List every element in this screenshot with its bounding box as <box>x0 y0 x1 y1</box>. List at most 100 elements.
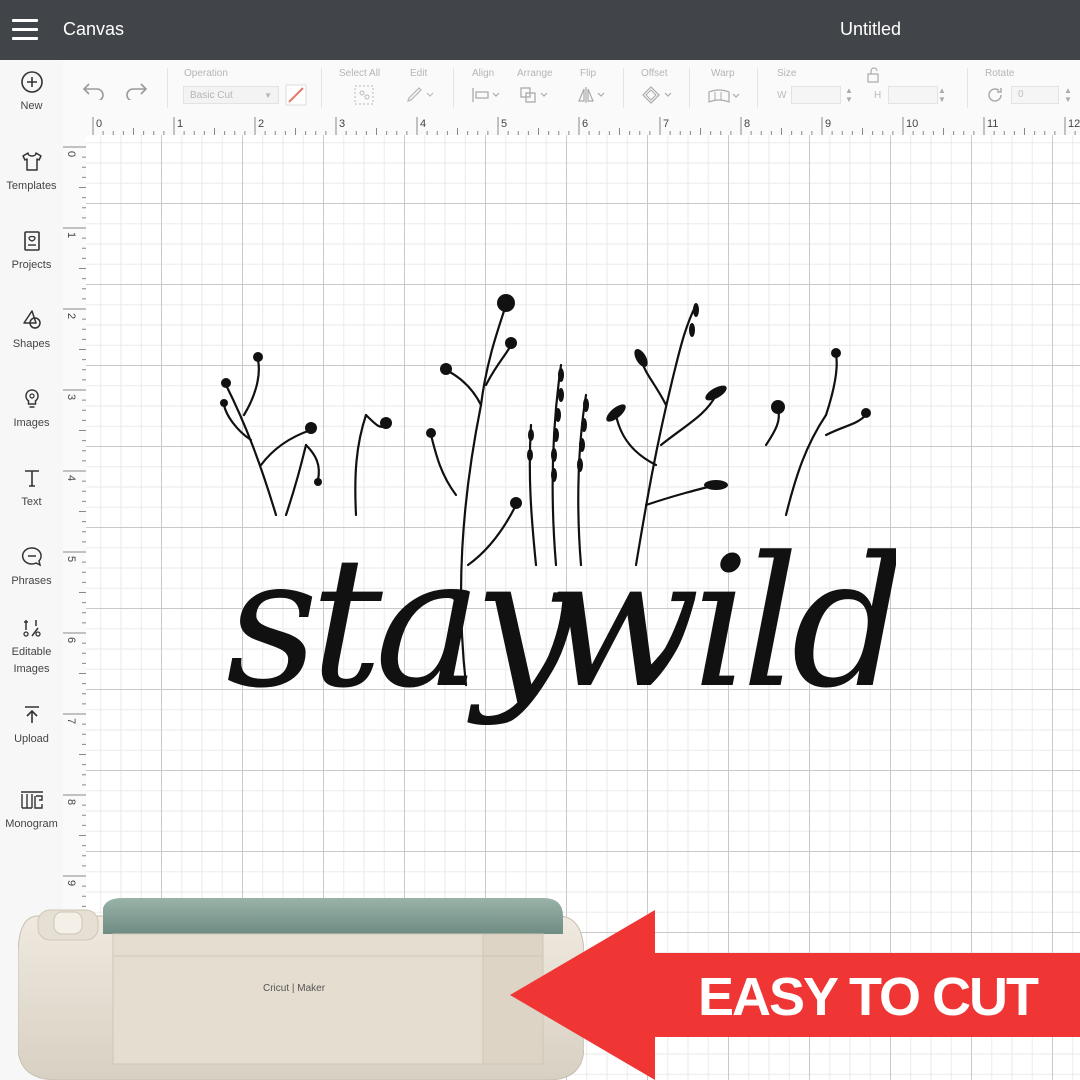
chevron-down-icon: ▼ <box>264 91 272 100</box>
ruler-left-label: 9 <box>65 880 77 887</box>
wildflower-design[interactable]: stay wild <box>206 265 896 735</box>
ruler-top-label: 7 <box>663 118 670 130</box>
ruler-top-label: 1 <box>177 118 184 130</box>
undo-icon[interactable] <box>81 80 107 100</box>
ruler-left-label: 2 <box>65 313 77 320</box>
sidebar-item-label: Projects <box>11 259 52 271</box>
text-icon <box>24 470 39 487</box>
projects-icon <box>23 231 40 251</box>
toolbar-divider <box>689 68 690 108</box>
menu-icon[interactable] <box>12 19 38 41</box>
ruler-top-label: 12 <box>1068 118 1080 130</box>
ruler-top-label: 4 <box>420 118 427 130</box>
flip-label: Flip <box>580 68 597 79</box>
toolbar-divider <box>623 68 624 108</box>
align-icon[interactable] <box>471 86 503 104</box>
sidebar-item-label: Templates <box>6 180 57 192</box>
toolbar-divider <box>757 68 758 108</box>
sidebar-item-editable-images[interactable]: Editable Images <box>0 616 63 678</box>
cricut-maker-machine: Cricut | Maker <box>18 898 584 1080</box>
sidebar-item-label: New <box>20 100 43 112</box>
rotate-stepper[interactable]: ▲ ▼ <box>1062 86 1074 104</box>
sidebar-item-images[interactable]: Images <box>0 387 63 432</box>
sidebar-item-phrases[interactable]: Phrases <box>0 545 63 590</box>
arrange-label: Arrange <box>517 68 553 79</box>
ruler-top-label: 8 <box>744 118 751 130</box>
ruler-top-label: 0 <box>96 118 103 130</box>
editable-images-icon <box>22 620 41 637</box>
sidebar-item-shapes[interactable]: Shapes <box>0 308 63 353</box>
sidebar-item-label: Text <box>21 496 42 508</box>
design-word-wild: wild <box>546 519 896 728</box>
select-all-label: Select All <box>339 68 381 79</box>
sidebar-item-label: Shapes <box>12 338 51 350</box>
offset-icon[interactable] <box>641 85 675 105</box>
speech-bubble-icon <box>21 547 42 567</box>
sidebar-item-upload[interactable]: Upload <box>0 703 63 748</box>
ruler-corner <box>63 117 86 135</box>
lock-icon[interactable] <box>865 66 881 84</box>
warp-icon[interactable] <box>707 88 743 104</box>
offset-label: Offset <box>641 68 668 79</box>
height-input[interactable] <box>888 86 938 104</box>
sidebar-item-label: Editable Images <box>11 646 52 675</box>
operation-label: Operation <box>184 68 228 79</box>
ruler-left-label: 8 <box>65 799 77 806</box>
sidebar-item-label: Images <box>13 417 50 429</box>
select-all-icon[interactable] <box>353 84 375 106</box>
tshirt-icon <box>21 152 42 171</box>
design-word-stay: stay <box>226 519 578 728</box>
easy-to-cut-text: EASY TO CUT <box>697 967 1039 1027</box>
rotate-icon[interactable] <box>985 85 1005 105</box>
redo-icon[interactable] <box>123 80 149 100</box>
ruler-left-label: 3 <box>65 394 77 401</box>
sidebar-item-label: Phrases <box>11 575 52 587</box>
flip-icon[interactable] <box>577 85 609 105</box>
operation-select[interactable]: Basic Cut ▼ <box>183 86 279 104</box>
rotate-label: Rotate <box>985 68 1015 79</box>
ruler-left-label: 6 <box>65 637 77 644</box>
upload-icon <box>24 706 39 723</box>
toolbar-divider <box>453 68 454 108</box>
ruler-top: 0 1 2 3 4 5 6 7 8 9 10 11 12 <box>86 117 1080 136</box>
ruler-left-label: 7 <box>65 718 77 725</box>
ruler-left-label: 5 <box>65 556 77 563</box>
height-letter: H <box>874 90 882 101</box>
machine-brand-label: Cricut | Maker <box>263 983 326 994</box>
ruler-top-label: 3 <box>339 118 346 130</box>
sidebar-item-templates[interactable]: Templates <box>0 150 63 195</box>
ruler-top-label: 10 <box>906 118 919 130</box>
sidebar-item-projects[interactable]: Projects <box>0 229 63 274</box>
ruler-left-label: 0 <box>65 151 77 158</box>
ruler-top-label: 5 <box>501 118 508 130</box>
toolbar-divider <box>167 68 168 108</box>
edit-toolbar: Operation Basic Cut ▼ Select All Edit Ali… <box>63 60 1080 118</box>
linetype-color-swatch-icon[interactable] <box>285 84 307 106</box>
sidebar-item-monogram[interactable]: Monogram <box>0 788 63 833</box>
ruler-top-label: 6 <box>582 118 589 130</box>
shapes-icon <box>22 310 41 329</box>
plus-circle-icon <box>20 71 43 93</box>
width-input[interactable] <box>791 86 841 104</box>
rotate-input[interactable]: 0 <box>1011 86 1059 104</box>
top-bar: Canvas Untitled <box>0 0 1080 60</box>
ruler-top-label: 9 <box>825 118 832 130</box>
sidebar-item-new[interactable]: New <box>0 70 63 115</box>
warp-label: Warp <box>711 68 735 79</box>
sidebar-item-label: Upload <box>14 733 49 745</box>
sidebar-item-text[interactable]: Text <box>0 466 63 511</box>
height-stepper[interactable]: ▲ ▼ <box>936 86 948 104</box>
monogram-icon <box>20 791 43 809</box>
edit-label: Edit <box>410 68 428 79</box>
edit-pencil-icon[interactable] <box>405 84 437 104</box>
toolbar-divider <box>967 68 968 108</box>
size-label: Size <box>777 68 797 79</box>
ruler-top-label: 11 <box>987 118 999 130</box>
document-title[interactable]: Untitled <box>840 19 901 40</box>
toolbar-divider <box>321 68 322 108</box>
arrange-icon[interactable] <box>519 86 551 104</box>
width-stepper[interactable]: ▲ ▼ <box>843 86 855 104</box>
app-title: Canvas <box>63 19 125 39</box>
operation-value: Basic Cut <box>190 90 233 101</box>
width-letter: W <box>777 90 787 101</box>
